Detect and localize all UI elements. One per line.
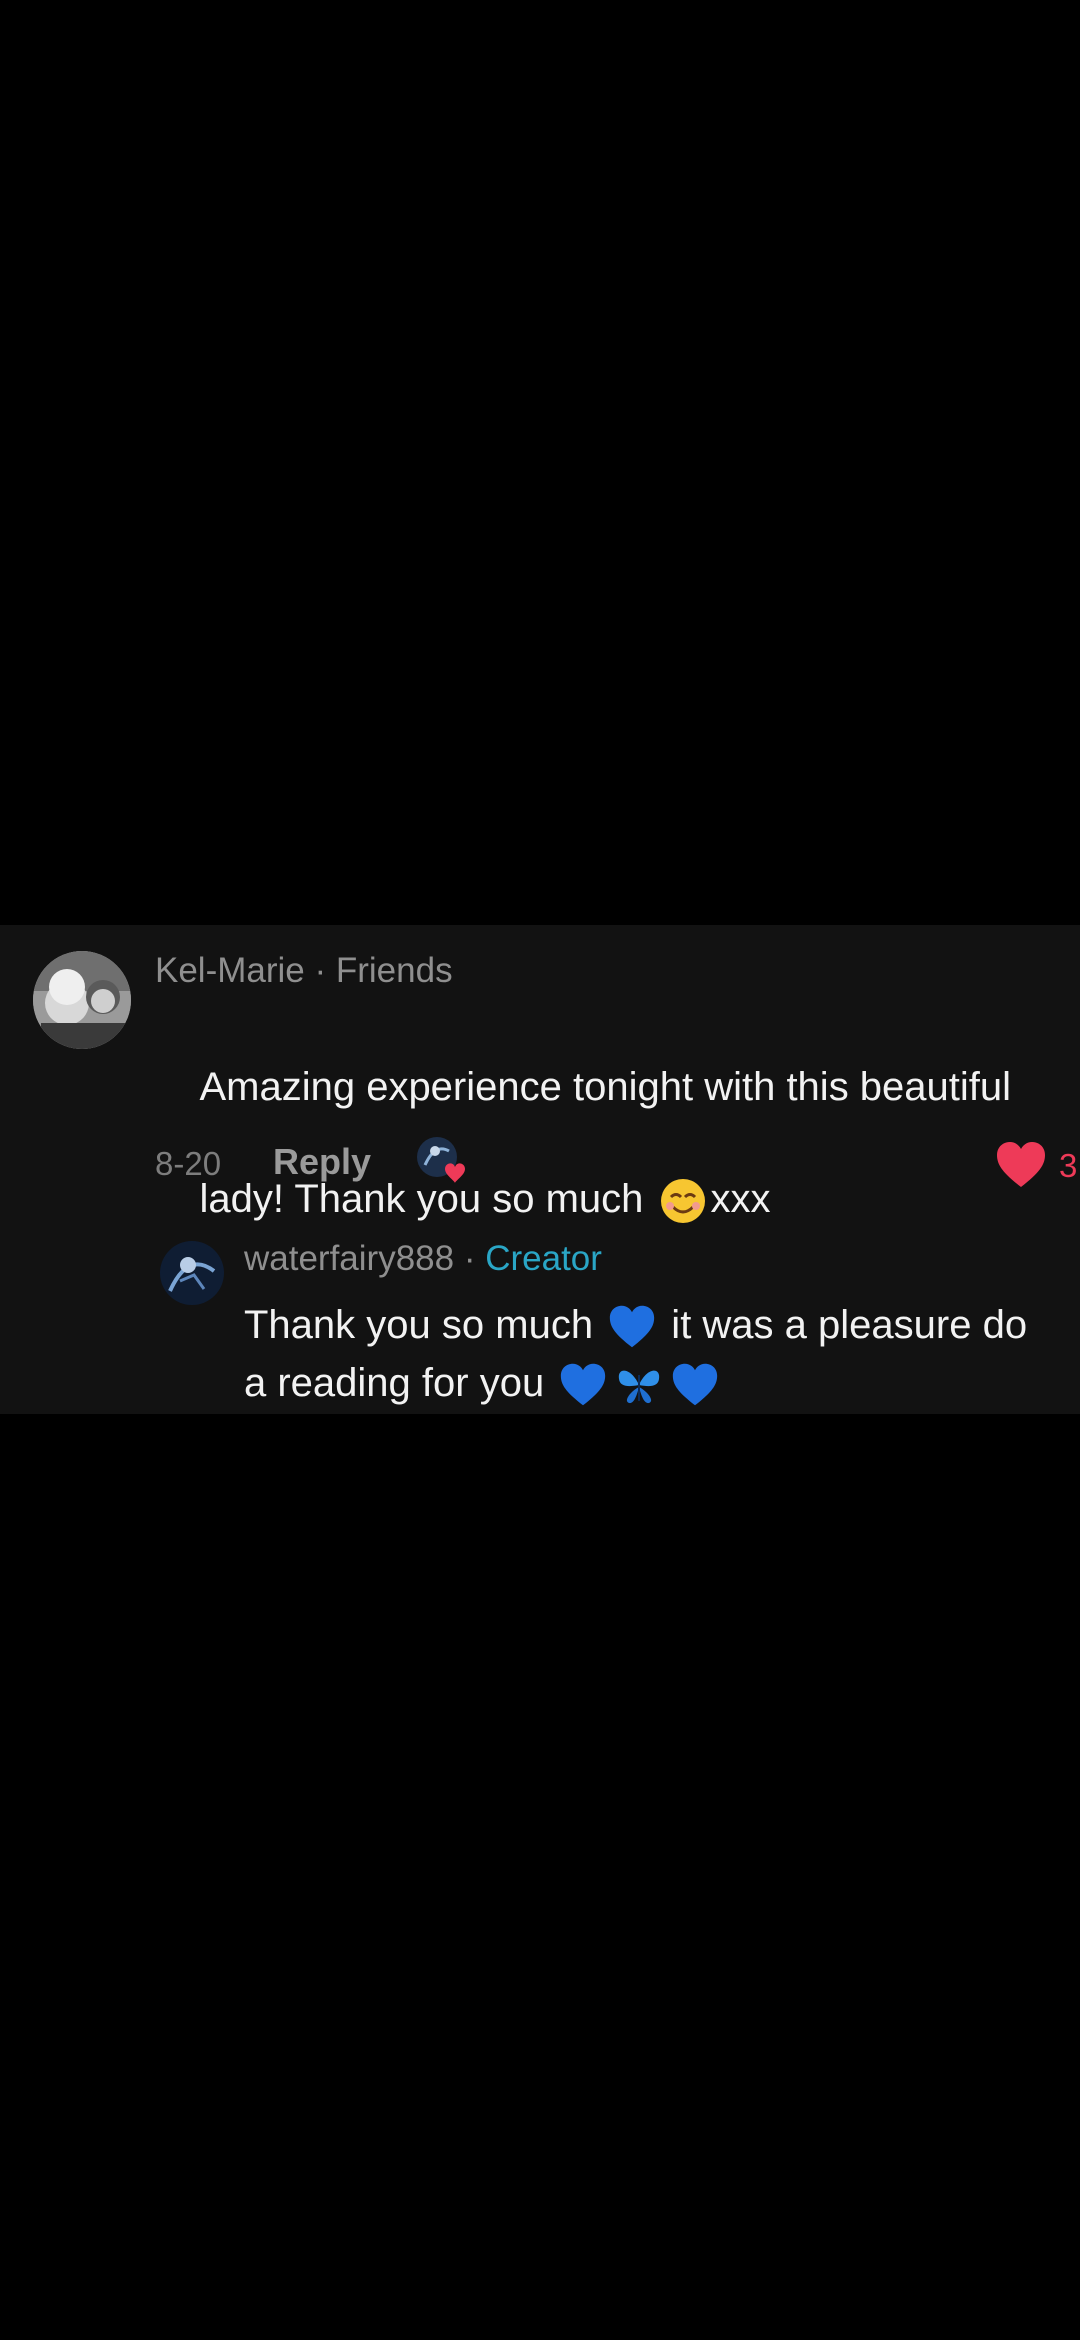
reply-username[interactable]: waterfairy888 (244, 1239, 454, 1278)
reply-text-line1a: Thank you so much (244, 1303, 605, 1347)
meta-separator: · (454, 1239, 486, 1278)
reply-text-line2: a reading for you (244, 1361, 556, 1405)
friends-label: Friends (335, 951, 453, 990)
reply-meta: waterfairy888 · Creator (244, 1237, 602, 1281)
heart-icon[interactable] (995, 1141, 1047, 1189)
comment-text-line1: Amazing experience tonight with this bea… (199, 1065, 1012, 1109)
avatar[interactable] (33, 951, 131, 1049)
blue-heart-emoji-icon (608, 1303, 656, 1351)
creator-badge: Creator (485, 1239, 602, 1278)
comment-username[interactable]: Kel-Marie (155, 951, 305, 990)
comment-meta: Kel-Marie · Friends (155, 949, 453, 993)
comment-actions: 8-20 Reply 3 (155, 1135, 1077, 1195)
butterfly-emoji-icon (615, 1361, 663, 1409)
reply-avatar[interactable] (160, 1241, 224, 1305)
like-count: 3 (1059, 1147, 1078, 1184)
meta-separator: · (304, 951, 336, 990)
like-group: 3 (995, 1135, 1080, 1195)
blue-heart-emoji-icon (559, 1361, 607, 1409)
blue-heart-emoji-icon (671, 1361, 719, 1409)
reply-text: Thank you so much it was a pleasure do a… (244, 1296, 1080, 1412)
reply-button[interactable]: Reply (273, 1141, 371, 1183)
creator-liked-icon (415, 1135, 467, 1187)
reply-text-line1b: it was a pleasure do (660, 1303, 1028, 1347)
comment-date: 8-20 (155, 1145, 222, 1182)
comment-card: Kel-Marie · Friends Amazing experience t… (0, 925, 1080, 1414)
